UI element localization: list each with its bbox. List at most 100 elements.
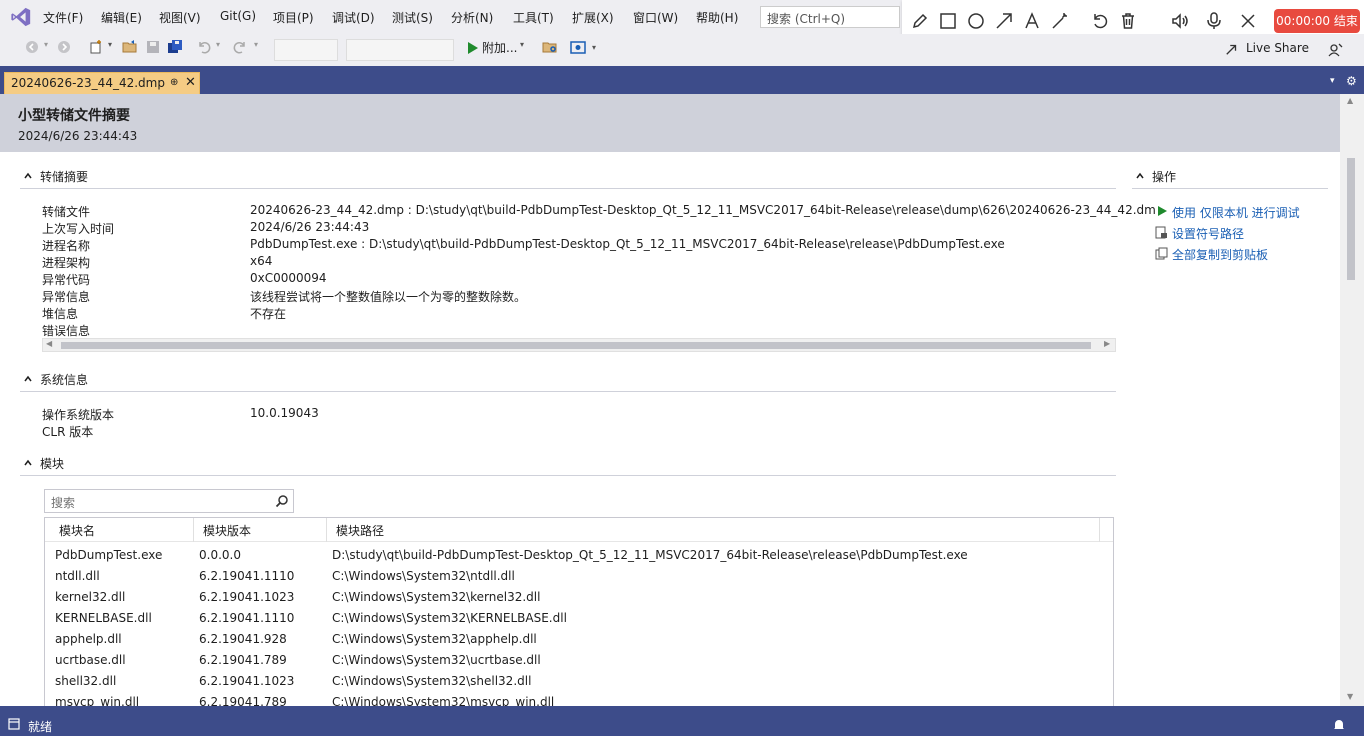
tab-dump-file[interactable]: 20240626-23_44_42.dmp ⊕ ✕: [4, 72, 200, 94]
module-name-cell: msvcp_win.dll: [55, 695, 140, 706]
close-icon[interactable]: [1238, 11, 1258, 31]
exception-info-value: 该线程尝试将一个整数值除以一个为零的整数除数。: [250, 290, 527, 304]
debug-native-only-link[interactable]: 使用 仅限本机 进行调试: [1172, 204, 1300, 221]
menu-window[interactable]: 窗口(W): [633, 9, 678, 26]
clr-version-label: CLR 版本: [42, 425, 94, 439]
play-debug-icon[interactable]: [1156, 205, 1168, 217]
save-all-icon[interactable]: [167, 39, 183, 55]
copy-icon[interactable]: [1155, 247, 1168, 260]
column-separator[interactable]: [193, 518, 194, 542]
menu-analyze[interactable]: 分析(N): [451, 9, 493, 26]
live-share-button[interactable]: Live Share: [1246, 41, 1309, 55]
set-symbol-path-link[interactable]: 设置符号路径: [1172, 225, 1244, 242]
column-separator[interactable]: [326, 518, 327, 542]
search-icon[interactable]: [275, 494, 289, 508]
menu-view[interactable]: 视图(V): [159, 9, 201, 26]
stop-recording-button[interactable]: 00:00:00 结束: [1274, 9, 1360, 33]
global-search-input[interactable]: 搜索 (Ctrl+Q): [760, 6, 900, 28]
configuration-combo[interactable]: [274, 39, 338, 61]
table-row[interactable]: PdbDumpTest.exe 0.0.0.0 D:\study\qt\buil…: [45, 545, 1113, 566]
table-row[interactable]: KERNELBASE.dll 6.2.19041.1110 C:\Windows…: [45, 608, 1113, 629]
back-dropdown-icon[interactable]: ▾: [44, 40, 48, 49]
new-dropdown-icon[interactable]: ▾: [108, 40, 112, 49]
section-system-info-toggle[interactable]: 系统信息: [24, 371, 88, 388]
redo-toolbar-icon[interactable]: [232, 39, 248, 55]
table-row[interactable]: apphelp.dll 6.2.19041.928 C:\Windows\Sys…: [45, 629, 1113, 650]
horizontal-scrollbar[interactable]: ◀ ▶: [42, 338, 1116, 352]
tab-label: 20240626-23_44_42.dmp: [11, 76, 165, 90]
menu-git[interactable]: Git(G): [220, 9, 256, 23]
scroll-left-icon[interactable]: ◀: [46, 339, 52, 348]
undo-dropdown-icon[interactable]: ▾: [216, 40, 220, 49]
toolbar-overflow-icon[interactable]: ▾: [592, 43, 596, 52]
attach-dropdown-icon[interactable]: ▾: [520, 40, 524, 49]
copy-all-to-clipboard-link[interactable]: 全部复制到剪贴板: [1172, 246, 1268, 263]
text-tool-icon[interactable]: [1022, 11, 1042, 31]
undo-toolbar-icon[interactable]: [196, 39, 212, 55]
module-path-cell: C:\Windows\System32\KERNELBASE.dll: [332, 611, 567, 625]
menu-test[interactable]: 测试(S): [392, 9, 433, 26]
undo-icon[interactable]: [1090, 11, 1110, 31]
platform-combo[interactable]: [346, 39, 454, 61]
symbol-path-icon[interactable]: [1155, 226, 1168, 239]
section-dump-summary-toggle[interactable]: 转储摘要: [24, 168, 88, 185]
section-modules-toggle[interactable]: 模块: [24, 455, 64, 472]
table-row[interactable]: ucrtbase.dll 6.2.19041.789 C:\Windows\Sy…: [45, 650, 1113, 671]
circle-icon[interactable]: [966, 11, 986, 31]
close-tab-icon[interactable]: ✕: [185, 75, 196, 90]
column-module-path[interactable]: 模块路径: [336, 522, 384, 539]
heap-info-value: 不存在: [250, 307, 287, 321]
section-actions-toggle[interactable]: 操作: [1136, 168, 1176, 185]
menu-file[interactable]: 文件(F): [43, 9, 83, 26]
scroll-up-icon[interactable]: ▲: [1347, 96, 1353, 105]
module-version-cell: 6.2.19041.1110: [199, 611, 295, 625]
column-module-name[interactable]: 模块名: [59, 522, 95, 539]
table-row[interactable]: ntdll.dll 6.2.19041.1110 C:\Windows\Syst…: [45, 566, 1113, 587]
scroll-down-icon[interactable]: ▼: [1347, 692, 1353, 701]
menu-help[interactable]: 帮助(H): [696, 9, 738, 26]
menu-project[interactable]: 项目(P): [273, 9, 314, 26]
arrow-icon[interactable]: [994, 11, 1014, 31]
magic-wand-icon[interactable]: [1050, 11, 1070, 31]
menu-debug[interactable]: 调试(D): [332, 9, 375, 26]
table-row[interactable]: kernel32.dll 6.2.19041.1023 C:\Windows\S…: [45, 587, 1113, 608]
screenshot-icon[interactable]: [570, 39, 586, 55]
column-module-version[interactable]: 模块版本: [203, 522, 251, 539]
play-icon[interactable]: [465, 40, 481, 56]
settings-gear-icon[interactable]: ⚙: [1346, 74, 1357, 88]
menu-edit[interactable]: 编辑(E): [101, 9, 142, 26]
module-search-input[interactable]: 搜索: [44, 489, 294, 513]
module-version-cell: 6.2.19041.1023: [199, 674, 295, 688]
table-row[interactable]: msvcp_win.dll 6.2.19041.789 C:\Windows\S…: [45, 692, 1113, 706]
column-separator[interactable]: [1099, 518, 1100, 542]
new-project-icon[interactable]: [88, 39, 104, 55]
horizontal-scroll-thumb[interactable]: [61, 342, 1091, 349]
notification-bell-icon[interactable]: [1332, 718, 1346, 732]
pin-icon[interactable]: ⊕: [170, 77, 178, 88]
vertical-scrollbar[interactable]: ▲ ▼: [1340, 94, 1364, 706]
microphone-icon[interactable]: [1204, 11, 1224, 31]
section-divider: [1132, 188, 1328, 189]
table-row[interactable]: shell32.dll 6.2.19041.1023 C:\Windows\Sy…: [45, 671, 1113, 692]
scroll-right-icon[interactable]: ▶: [1104, 339, 1110, 348]
visual-studio-logo-icon[interactable]: [10, 6, 32, 28]
speaker-icon[interactable]: [1170, 11, 1190, 31]
menu-extensions[interactable]: 扩展(X): [572, 9, 614, 26]
module-path-cell: C:\Windows\System32\ucrtbase.dll: [332, 653, 541, 667]
trash-icon[interactable]: [1118, 11, 1138, 31]
save-icon[interactable]: [145, 39, 161, 55]
menu-tools[interactable]: 工具(T): [513, 9, 554, 26]
live-share-icon[interactable]: [1225, 42, 1239, 56]
forward-icon[interactable]: [56, 39, 72, 55]
rectangle-icon[interactable]: [938, 11, 958, 31]
feedback-icon[interactable]: [1328, 42, 1344, 58]
attach-button[interactable]: 附加...: [482, 39, 517, 56]
folder-search-icon[interactable]: [542, 39, 558, 55]
back-icon[interactable]: [24, 39, 40, 55]
last-write-time-value: 2024/6/26 23:44:43: [250, 220, 370, 234]
redo-dropdown-icon[interactable]: ▾: [254, 40, 258, 49]
vertical-scroll-thumb[interactable]: [1347, 158, 1355, 280]
open-folder-icon[interactable]: [122, 39, 138, 55]
pencil-icon[interactable]: [910, 11, 930, 31]
tab-list-dropdown-icon[interactable]: ▾: [1330, 76, 1335, 86]
